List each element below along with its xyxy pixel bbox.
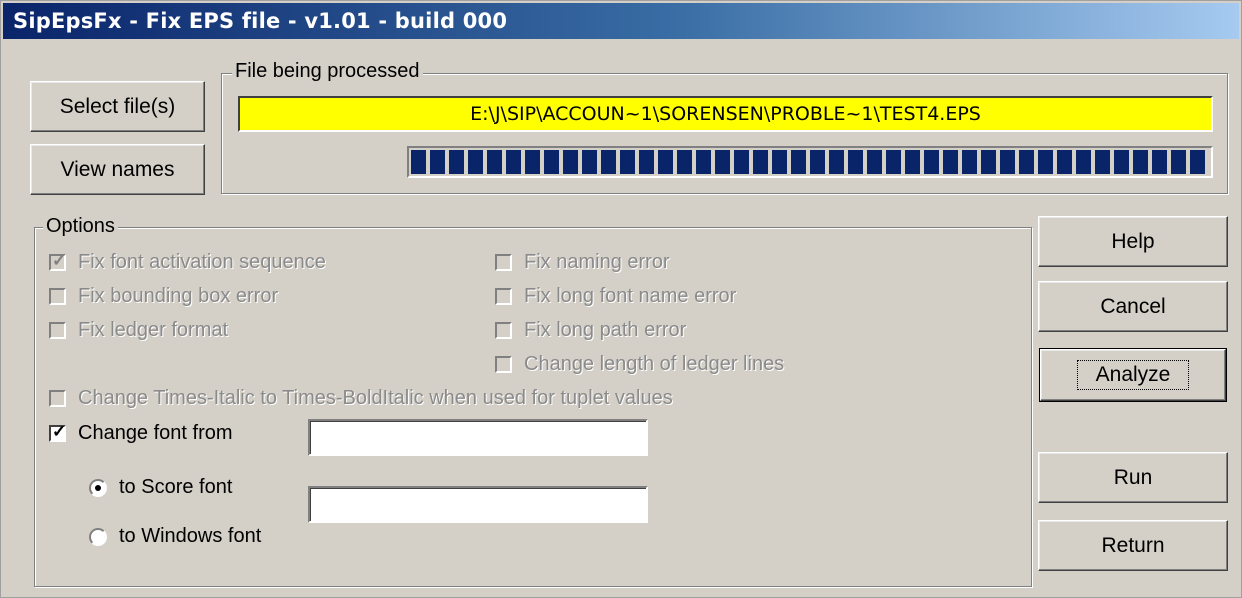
fix-long-font-name-checkbox[interactable]: Fix long font name error <box>495 285 736 308</box>
font-to-input[interactable] <box>308 486 648 523</box>
fix-naming-label: Fix naming error <box>524 251 670 273</box>
radio-selected-icon <box>89 478 107 497</box>
to-windows-font-radio[interactable]: to Windows font <box>89 525 261 548</box>
checkmark-icon: ✓ <box>52 251 67 270</box>
radio-unselected-icon <box>89 527 107 546</box>
app-window: SipEpsFx - Fix EPS file - v1.01 - build … <box>0 0 1242 598</box>
checkbox-box <box>495 322 512 339</box>
change-font-from-checkbox[interactable]: ✓ Change font from <box>49 422 233 445</box>
cancel-label: Cancel <box>1100 294 1166 318</box>
fix-long-font-name-label: Fix long font name error <box>524 285 737 307</box>
radio-dot <box>95 484 101 491</box>
checkmark-icon: ✓ <box>52 422 67 441</box>
window-title: SipEpsFx - Fix EPS file - v1.01 - build … <box>13 9 508 33</box>
run-label: Run <box>1113 465 1153 489</box>
file-path-display: E:\J\SIP\ACCOUN~1\SORENSEN\PROBLE~1\TEST… <box>238 96 1213 132</box>
change-times-italic-label: Change Times-Italic to Times-BoldItalic … <box>78 387 673 409</box>
fix-font-activation-checkbox[interactable]: ✓ Fix font activation sequence <box>49 251 326 274</box>
return-button[interactable]: Return <box>1038 520 1228 571</box>
fix-ledger-format-checkbox[interactable]: Fix ledger format <box>49 319 228 342</box>
return-label: Return <box>1101 533 1165 557</box>
help-button[interactable]: Help <box>1038 216 1228 267</box>
fix-naming-checkbox[interactable]: Fix naming error <box>495 251 670 274</box>
checkbox-box: ✓ <box>49 251 67 271</box>
fix-bounding-box-checkbox[interactable]: Fix bounding box error <box>49 285 278 308</box>
to-windows-font-label: to Windows font <box>119 525 262 547</box>
select-files-button[interactable]: Select file(s) <box>30 81 205 132</box>
fix-ledger-format-label: Fix ledger format <box>78 319 229 341</box>
file-path-text: E:\J\SIP\ACCOUN~1\SORENSEN\PROBLE~1\TEST… <box>470 103 981 125</box>
checkbox-box <box>495 254 512 271</box>
title-bar[interactable]: SipEpsFx - Fix EPS file - v1.01 - build … <box>3 3 1239 39</box>
fix-bounding-box-label: Fix bounding box error <box>78 285 279 307</box>
analyze-button[interactable]: Analyze <box>1039 348 1227 402</box>
checkbox-box <box>49 288 66 305</box>
change-font-from-label: Change font from <box>78 422 233 444</box>
view-names-button[interactable]: View names <box>30 144 205 195</box>
select-files-label: Select file(s) <box>59 94 176 118</box>
file-group-label: File being processed <box>232 60 423 83</box>
change-ledger-length-checkbox[interactable]: Change length of ledger lines <box>495 353 784 376</box>
change-times-italic-checkbox[interactable]: Change Times-Italic to Times-BoldItalic … <box>49 387 673 410</box>
fix-long-path-checkbox[interactable]: Fix long path error <box>495 319 686 342</box>
checkbox-box: ✓ <box>49 422 67 442</box>
progress-fill <box>411 150 1209 174</box>
analyze-label: Analyze <box>1076 360 1190 390</box>
checkbox-box <box>495 288 512 305</box>
font-from-input[interactable] <box>308 419 648 456</box>
run-button[interactable]: Run <box>1038 452 1228 503</box>
fix-font-activation-label: Fix font activation sequence <box>78 251 326 273</box>
change-ledger-length-label: Change length of ledger lines <box>524 353 785 375</box>
checkbox-box <box>49 322 66 339</box>
to-score-font-radio[interactable]: to Score font <box>89 476 232 499</box>
help-label: Help <box>1111 229 1155 253</box>
options-group-label: Options <box>43 215 118 238</box>
checkbox-box <box>495 356 512 373</box>
view-names-label: View names <box>60 157 175 181</box>
checkbox-box <box>49 390 66 407</box>
to-score-font-label: to Score font <box>119 476 233 498</box>
progress-bar <box>407 146 1213 178</box>
fix-long-path-label: Fix long path error <box>524 319 687 341</box>
cancel-button[interactable]: Cancel <box>1038 281 1228 332</box>
